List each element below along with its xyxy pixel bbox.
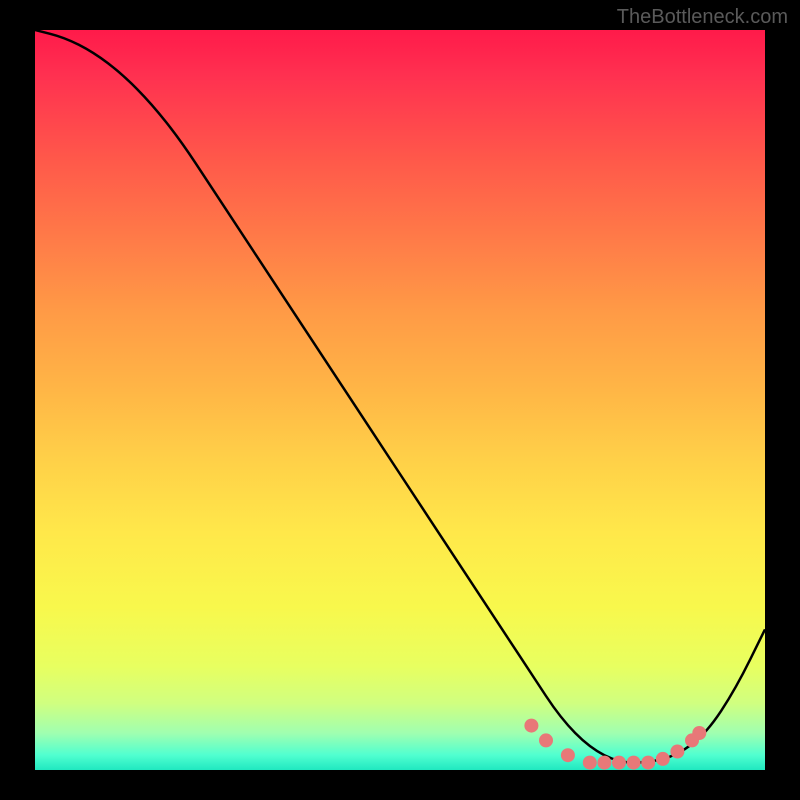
chart-plot-area (35, 30, 765, 770)
bottleneck-curve-line (35, 30, 765, 763)
highlight-dot (692, 726, 706, 740)
highlight-dot (597, 756, 611, 770)
highlight-dot (670, 745, 684, 759)
highlight-dot (561, 748, 575, 762)
chart-svg (35, 30, 765, 770)
watermark-text: TheBottleneck.com (617, 6, 788, 29)
highlight-dot (539, 733, 553, 747)
highlight-dot (656, 752, 670, 766)
highlight-dots-group (524, 719, 706, 770)
highlight-dot (612, 756, 626, 770)
highlight-dot (627, 756, 641, 770)
highlight-dot (524, 719, 538, 733)
highlight-dot (641, 756, 655, 770)
highlight-dot (583, 756, 597, 770)
